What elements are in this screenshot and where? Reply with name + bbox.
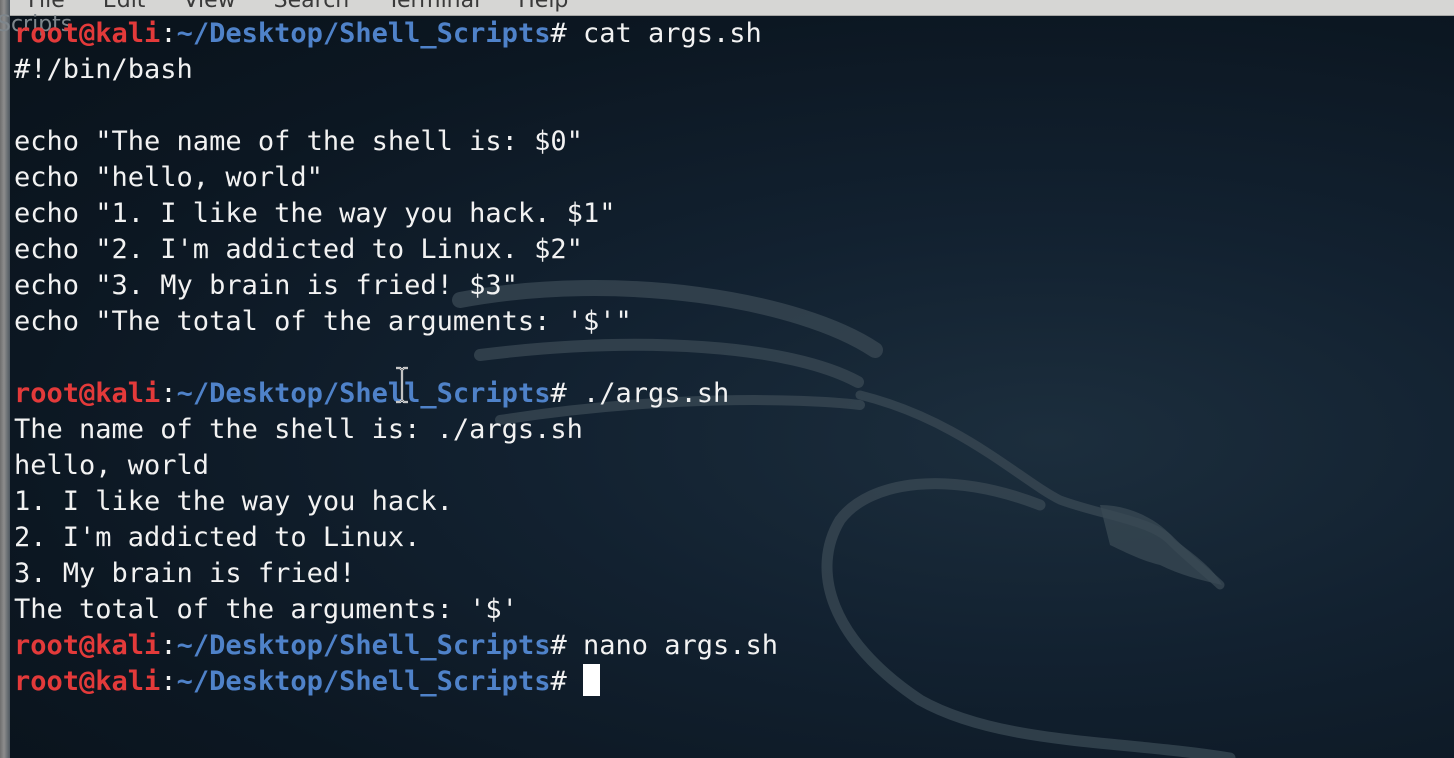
prompt-user-host: root@kali (14, 378, 161, 409)
output-line: echo "2. I'm addicted to Linux. $2" (14, 234, 583, 265)
menu-view[interactable]: View (183, 0, 235, 13)
prompt-line: root@kali:~/Desktop/Shell_Scripts# (14, 664, 1434, 700)
output-line: echo "3. My brain is fried! $3" (14, 270, 518, 301)
command-text: nano args.sh (566, 630, 779, 661)
prompt-symbol: # (550, 18, 567, 49)
prompt-symbol: # (550, 630, 567, 661)
prompt-line: root@kali:~/Desktop/Shell_Scripts# ./arg… (14, 376, 1434, 412)
output-line: 3. My brain is fried! (14, 558, 356, 589)
prompt-path: ~/Desktop/Shell_Scripts (176, 18, 551, 49)
prompt-symbol: # (550, 666, 567, 697)
menu-help[interactable]: Help (518, 0, 568, 13)
menu-search[interactable]: Search (274, 0, 350, 13)
output-line: 2. I'm addicted to Linux. (14, 522, 421, 553)
prompt-user-host: root@kali (14, 18, 161, 49)
prompt-colon: : (160, 18, 177, 49)
terminal-output[interactable]: root@kali:~/Desktop/Shell_Scripts# cat a… (14, 16, 1434, 700)
terminal-window: File Edit View Search Terminal Help Scri… (0, 0, 1454, 758)
prompt-path: ~/Desktop/Shell_Scripts (176, 630, 551, 661)
prompt-symbol: # (550, 378, 567, 409)
command-text (567, 666, 583, 697)
output-line: The total of the arguments: '$' (14, 594, 518, 625)
output-line: echo "The total of the arguments: '$'" (14, 306, 632, 337)
prompt-line: root@kali:~/Desktop/Shell_Scripts# nano … (14, 628, 1434, 664)
prompt-colon: : (160, 630, 177, 661)
output-line: The name of the shell is: ./args.sh (14, 414, 583, 445)
command-text: cat args.sh (566, 18, 762, 49)
output-line: echo "The name of the shell is: $0" (14, 126, 583, 157)
prompt-user-host: root@kali (14, 630, 161, 661)
output-line: echo "1. I like the way you hack. $1" (14, 198, 616, 229)
menu-bar: File Edit View Search Terminal Help (0, 0, 1454, 16)
output-line: 1. I like the way you hack. (14, 486, 453, 517)
text-cursor-icon (396, 366, 408, 404)
prompt-user-host: root@kali (14, 666, 161, 697)
menu-edit[interactable]: Edit (103, 0, 146, 13)
prompt-path: ~/Desktop/Shell_Scripts (176, 378, 551, 409)
prompt-colon: : (160, 378, 177, 409)
background-window-edge: Scripts (0, 0, 72, 758)
output-line: #!/bin/bash (14, 54, 193, 85)
output-line: hello, world (14, 450, 210, 481)
prompt-line: root@kali:~/Desktop/Shell_Scripts# cat a… (14, 16, 1434, 52)
output-line: echo "hello, world" (14, 162, 323, 193)
menu-terminal[interactable]: Terminal (387, 0, 480, 13)
prompt-path: ~/Desktop/Shell_Scripts (176, 666, 551, 697)
command-text: ./args.sh (566, 378, 730, 409)
terminal-cursor[interactable] (582, 664, 600, 696)
prompt-colon: : (160, 666, 177, 697)
